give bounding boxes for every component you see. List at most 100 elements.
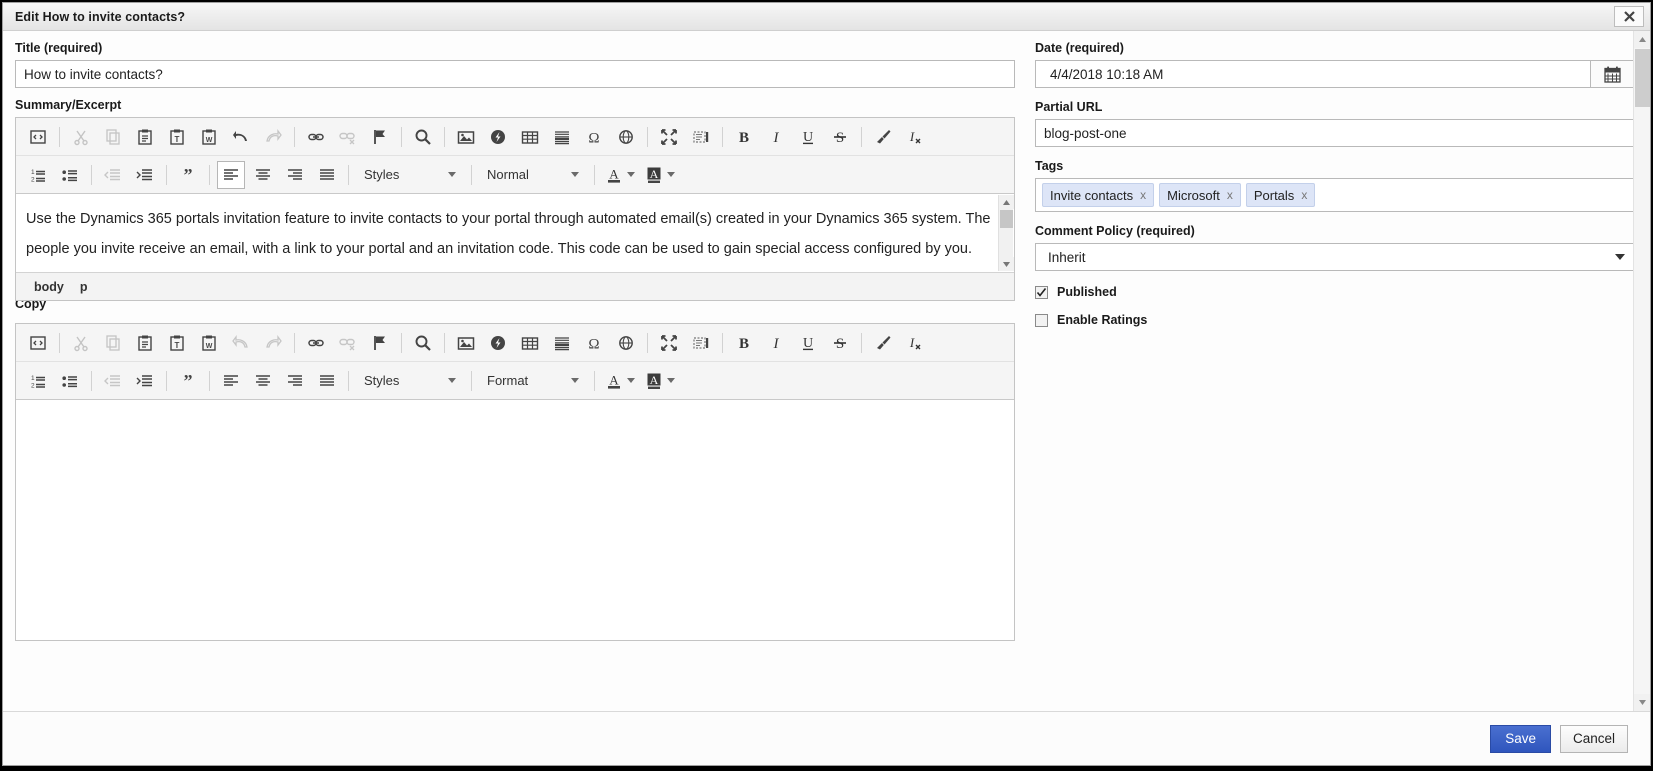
- paste-as-plain-text-icon-button[interactable]: T: [163, 329, 191, 357]
- scroll-up-arrow-icon[interactable]: [1634, 31, 1650, 48]
- underline-icon-button[interactable]: U: [794, 123, 822, 151]
- search-icon-button[interactable]: [409, 329, 437, 357]
- align-center-icon-button[interactable]: [249, 367, 277, 395]
- table-icon-button[interactable]: [516, 329, 544, 357]
- blockquote-icon-button[interactable]: ”: [174, 161, 202, 189]
- increase-indent-icon-button[interactable]: [131, 367, 159, 395]
- tag-remove-icon[interactable]: x: [1140, 188, 1146, 202]
- increase-indent-icon-button[interactable]: [131, 161, 159, 189]
- tag-remove-icon[interactable]: x: [1227, 188, 1233, 202]
- copy-icon-button[interactable]: [99, 123, 127, 151]
- numbered-list-icon-button[interactable]: 1 2: [24, 367, 52, 395]
- search-icon-button[interactable]: [409, 123, 437, 151]
- align-left-icon-button[interactable]: [217, 160, 245, 189]
- link-icon-button[interactable]: [302, 123, 330, 151]
- paragraph-format-dropdown[interactable]: Format: [481, 368, 585, 394]
- image-icon-button[interactable]: [452, 123, 480, 151]
- date-picker-button[interactable]: [1590, 60, 1634, 88]
- enable-ratings-checkbox-row[interactable]: Enable Ratings: [1035, 313, 1634, 327]
- tag-remove-icon[interactable]: x: [1301, 188, 1307, 202]
- source-icon-button[interactable]: [24, 123, 52, 151]
- enable-ratings-checkbox[interactable]: [1035, 313, 1048, 327]
- justify-icon-button[interactable]: [313, 367, 341, 395]
- italic-icon-button[interactable]: I: [762, 329, 790, 357]
- horizontal-rule-icon-button[interactable]: [548, 123, 576, 151]
- image-icon-button[interactable]: [452, 329, 480, 357]
- show-blocks-icon-button[interactable]: [687, 123, 715, 151]
- special-character-icon-button[interactable]: Ω: [580, 329, 608, 357]
- underline-icon-button[interactable]: U: [794, 329, 822, 357]
- align-right-icon-button[interactable]: [281, 161, 309, 189]
- source-icon-button[interactable]: [24, 329, 52, 357]
- strikethrough-icon-button[interactable]: S: [826, 329, 854, 357]
- tag-chip[interactable]: Portals x: [1245, 183, 1316, 207]
- bulleted-list-icon-button[interactable]: [56, 367, 84, 395]
- partial-url-input[interactable]: [1035, 119, 1634, 147]
- element-path-body[interactable]: body: [34, 280, 64, 294]
- remove-format-brush-icon-button[interactable]: [869, 329, 897, 357]
- paste-icon-button[interactable]: [131, 329, 159, 357]
- paste-icon-button[interactable]: [131, 123, 159, 151]
- published-checkbox-row[interactable]: Published: [1035, 285, 1634, 299]
- redo-icon-button[interactable]: [259, 123, 287, 151]
- tag-chip[interactable]: Microsoft x: [1159, 183, 1241, 207]
- paste-as-plain-text-icon-button[interactable]: T: [163, 123, 191, 151]
- iframe-globe-icon-button[interactable]: [612, 329, 640, 357]
- anchor-flag-icon-button[interactable]: [366, 123, 394, 151]
- summary-scrollbar[interactable]: [998, 195, 1014, 271]
- scroll-down-arrow-icon[interactable]: [1634, 694, 1650, 711]
- decrease-indent-icon-button[interactable]: [99, 367, 127, 395]
- unlink-icon-button[interactable]: [334, 329, 362, 357]
- maximize-icon-button[interactable]: [655, 329, 683, 357]
- close-button[interactable]: [1614, 6, 1644, 27]
- align-left-icon-button[interactable]: [217, 367, 245, 395]
- table-icon-button[interactable]: [516, 123, 544, 151]
- bold-icon-button[interactable]: B: [730, 123, 758, 151]
- title-input[interactable]: [15, 60, 1015, 88]
- undo-icon-button[interactable]: [227, 329, 255, 357]
- numbered-list-icon-button[interactable]: 1 2: [24, 161, 52, 189]
- show-blocks-icon-button[interactable]: [687, 329, 715, 357]
- styles-dropdown[interactable]: Styles: [358, 162, 462, 188]
- tag-chip[interactable]: Invite contacts x: [1042, 183, 1155, 207]
- scroll-up-arrow-icon[interactable]: [999, 195, 1014, 209]
- unlink-icon-button[interactable]: [334, 123, 362, 151]
- date-input[interactable]: [1035, 60, 1590, 88]
- background-color-button[interactable]: A: [642, 368, 678, 394]
- decrease-indent-icon-button[interactable]: [99, 161, 127, 189]
- dialog-scrollbar[interactable]: [1633, 31, 1650, 711]
- align-right-icon-button[interactable]: [281, 367, 309, 395]
- link-icon-button[interactable]: [302, 329, 330, 357]
- align-center-icon-button[interactable]: [249, 161, 277, 189]
- styles-dropdown[interactable]: Styles: [358, 368, 462, 394]
- cut-icon-button[interactable]: [67, 123, 95, 151]
- element-path-p[interactable]: p: [80, 280, 88, 294]
- cancel-button[interactable]: Cancel: [1559, 724, 1628, 753]
- scroll-down-arrow-icon[interactable]: [999, 257, 1014, 271]
- flash-icon-button[interactable]: [484, 123, 512, 151]
- scrollbar-thumb[interactable]: [1000, 210, 1013, 228]
- copy-text-area[interactable]: [16, 400, 1014, 640]
- clear-text-format-icon-button[interactable]: I: [901, 123, 929, 151]
- anchor-flag-icon-button[interactable]: [366, 329, 394, 357]
- text-color-button[interactable]: A: [602, 162, 638, 188]
- strikethrough-icon-button[interactable]: S: [826, 123, 854, 151]
- paste-from-word-icon-button[interactable]: W: [195, 123, 223, 151]
- blockquote-icon-button[interactable]: ”: [174, 367, 202, 395]
- cut-icon-button[interactable]: [67, 329, 95, 357]
- bold-icon-button[interactable]: B: [730, 329, 758, 357]
- published-checkbox[interactable]: [1035, 285, 1048, 299]
- italic-icon-button[interactable]: I: [762, 123, 790, 151]
- background-color-button[interactable]: A: [642, 162, 678, 188]
- bulleted-list-icon-button[interactable]: [56, 161, 84, 189]
- remove-format-brush-icon-button[interactable]: [869, 123, 897, 151]
- special-character-icon-button[interactable]: Ω: [580, 123, 608, 151]
- tags-input[interactable]: Invite contacts x Microsoft x Portals x: [1035, 178, 1634, 212]
- justify-icon-button[interactable]: [313, 161, 341, 189]
- undo-icon-button[interactable]: [227, 123, 255, 151]
- horizontal-rule-icon-button[interactable]: [548, 329, 576, 357]
- comment-policy-select[interactable]: Inherit: [1035, 243, 1634, 271]
- scrollbar-thumb[interactable]: [1635, 49, 1650, 107]
- flash-icon-button[interactable]: [484, 329, 512, 357]
- paragraph-format-dropdown[interactable]: Normal: [481, 162, 585, 188]
